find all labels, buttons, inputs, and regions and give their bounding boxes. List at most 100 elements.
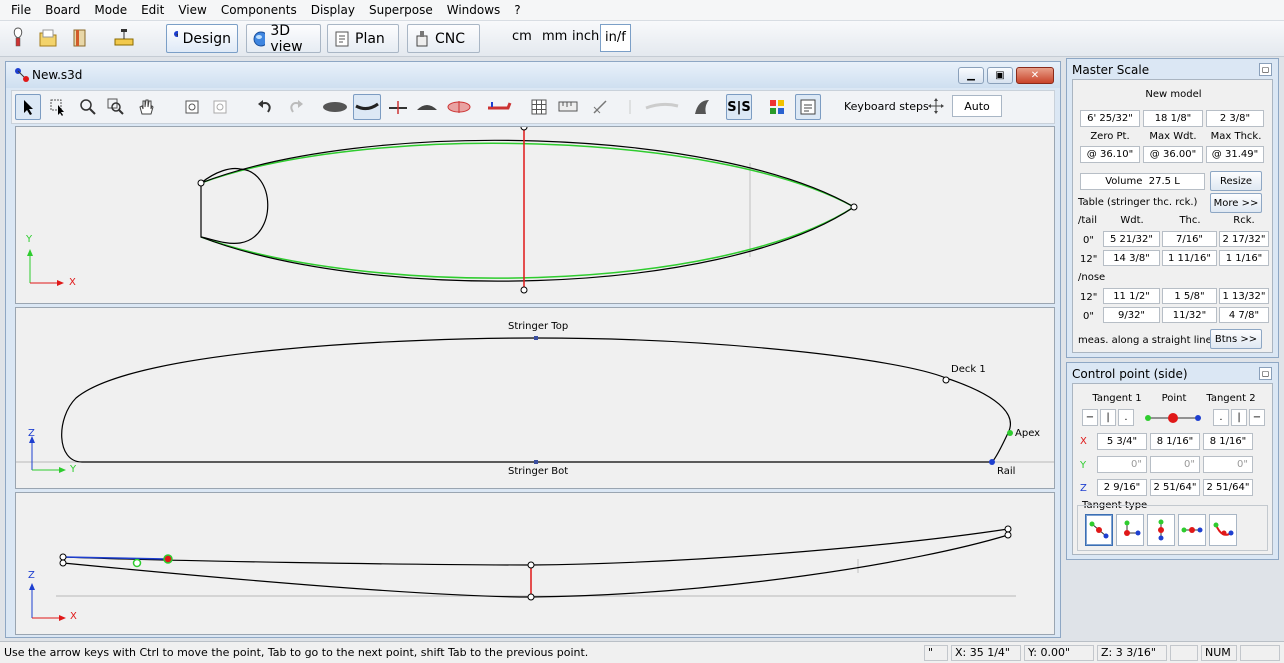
menu-components[interactable]: Components xyxy=(214,0,304,21)
symmetry-icon[interactable]: S|S xyxy=(726,94,752,120)
tangent2-z-field[interactable]: 2 51/64" xyxy=(1203,479,1253,496)
menu-board[interactable]: Board xyxy=(38,0,87,21)
select-box-icon[interactable] xyxy=(45,94,71,120)
rocker-view-panel[interactable]: Z X xyxy=(15,492,1055,635)
outline-view-icon[interactable] xyxy=(322,94,348,120)
keyboard-steps-select[interactable]: Auto xyxy=(952,95,1002,117)
tangent-curve-icon[interactable] xyxy=(1209,514,1237,546)
btns-button[interactable]: Btns >> xyxy=(1210,329,1262,349)
tangent1-y-field[interactable]: 0" xyxy=(1097,456,1147,473)
menu-superpose[interactable]: Superpose xyxy=(362,0,440,21)
cross-section-icon[interactable] xyxy=(446,94,472,120)
table-cell[interactable]: 1 5/8" xyxy=(1162,288,1217,304)
design-mode-button[interactable]: Design xyxy=(166,24,238,53)
measure-icon[interactable] xyxy=(587,94,613,120)
menu-windows[interactable]: Windows xyxy=(440,0,508,21)
book-icon[interactable] xyxy=(68,26,92,50)
menu-file[interactable]: File xyxy=(4,0,38,21)
slice-view-icon[interactable] xyxy=(385,94,411,120)
zoom-box-icon[interactable] xyxy=(103,94,129,120)
form-view-icon[interactable] xyxy=(795,94,821,120)
unit-inch[interactable]: inch xyxy=(572,29,599,44)
tangent-horizontal-icon[interactable] xyxy=(1178,514,1206,546)
point-x-field[interactable]: 8 1/16" xyxy=(1150,433,1200,450)
redo-icon[interactable] xyxy=(283,94,309,120)
3d-view-label: 3D view xyxy=(270,22,303,55)
tangent2-x-field[interactable]: 8 1/16" xyxy=(1203,433,1253,450)
length-field[interactable]: 6' 25/32" xyxy=(1080,110,1140,127)
table-cell[interactable]: 5 21/32" xyxy=(1103,231,1160,247)
tangent1-minus-button[interactable]: − xyxy=(1082,409,1098,426)
control-point-close-icon[interactable]: ▢ xyxy=(1259,367,1272,380)
table-cell[interactable]: 11/32" xyxy=(1162,307,1217,323)
maximize-button[interactable]: ▣ xyxy=(987,67,1013,84)
tangent1-x-field[interactable]: 5 3/4" xyxy=(1097,433,1147,450)
lamp-icon[interactable] xyxy=(6,26,30,50)
folder-icon[interactable] xyxy=(36,26,60,50)
unit-mm[interactable]: mm xyxy=(542,29,567,44)
table-cell[interactable]: 14 3/8" xyxy=(1103,250,1160,266)
resize-button[interactable]: Resize xyxy=(1210,171,1262,191)
tangent2-mid-button[interactable]: | xyxy=(1231,409,1247,426)
unit-cm[interactable]: cm xyxy=(512,29,532,44)
close-button[interactable]: ✕ xyxy=(1016,67,1054,84)
grid-icon[interactable] xyxy=(526,94,552,120)
menu-mode[interactable]: Mode xyxy=(87,0,134,21)
maximize-icon: ▣ xyxy=(995,70,1005,81)
master-scale-close-icon[interactable]: ▢ xyxy=(1259,63,1272,76)
scale-icon[interactable] xyxy=(112,26,136,50)
outline-view-panel[interactable]: Y X xyxy=(15,126,1055,304)
table-cell[interactable]: 2 17/32" xyxy=(1219,231,1269,247)
status-y: Y: 0.00" xyxy=(1024,645,1094,661)
undo-icon[interactable] xyxy=(252,94,278,120)
cnc-mode-button[interactable]: CNC xyxy=(407,24,480,53)
max-thck-field[interactable]: @ 31.49" xyxy=(1206,146,1264,163)
tangent2-y-field[interactable]: 0" xyxy=(1203,456,1253,473)
side-view-panel[interactable]: Stringer Top Stringer Bot Deck 1 Apex Ra… xyxy=(15,307,1055,489)
table-cell[interactable]: 1 13/32" xyxy=(1219,288,1269,304)
width-field[interactable]: 18 1/8" xyxy=(1143,110,1203,127)
deck-view-icon[interactable] xyxy=(414,94,440,120)
table-cell[interactable]: 11 1/2" xyxy=(1103,288,1160,304)
camera-off-icon[interactable] xyxy=(207,94,233,120)
fin-icon[interactable] xyxy=(689,94,715,120)
control-point-title: Control point (side) xyxy=(1072,367,1188,381)
tangent1-dot-button[interactable]: . xyxy=(1118,409,1134,426)
menu-help[interactable]: ? xyxy=(507,0,527,21)
more-button[interactable]: More >> xyxy=(1210,193,1262,213)
tangent1-z-field[interactable]: 2 9/16" xyxy=(1097,479,1147,496)
zero-pt-field[interactable]: @ 36.10" xyxy=(1080,146,1140,163)
unit-inch-feet[interactable]: in/f xyxy=(600,24,631,52)
table-cell[interactable]: 9/32" xyxy=(1103,307,1160,323)
thickness-field[interactable]: 2 3/8" xyxy=(1206,110,1264,127)
rocker-icon[interactable] xyxy=(486,94,512,120)
menu-view[interactable]: View xyxy=(171,0,213,21)
rocker-selected-point xyxy=(163,554,173,564)
menu-display[interactable]: Display xyxy=(304,0,362,21)
tangent2-dot-button[interactable]: . xyxy=(1213,409,1229,426)
tangent-corner-icon[interactable] xyxy=(1116,514,1144,546)
max-wdt-field[interactable]: @ 36.00" xyxy=(1143,146,1203,163)
tangent1-mid-button[interactable]: | xyxy=(1100,409,1116,426)
zoom-icon[interactable] xyxy=(75,94,101,120)
table-cell[interactable]: 7/16" xyxy=(1162,231,1217,247)
color-palette-icon[interactable] xyxy=(764,94,790,120)
point-y-field[interactable]: 0" xyxy=(1150,456,1200,473)
camera-icon[interactable] xyxy=(179,94,205,120)
plan-mode-button[interactable]: Plan xyxy=(327,24,399,53)
tangent-smooth-icon[interactable] xyxy=(1085,514,1113,546)
ruler-icon[interactable] xyxy=(555,94,581,120)
board-ghost-icon[interactable] xyxy=(642,94,682,120)
table-cell[interactable]: 4 7/8" xyxy=(1219,307,1269,323)
menu-edit[interactable]: Edit xyxy=(134,0,171,21)
tangent-vertical-icon[interactable] xyxy=(1147,514,1175,546)
select-arrow-icon[interactable] xyxy=(15,94,41,120)
table-cell[interactable]: 1 11/16" xyxy=(1162,250,1217,266)
3d-view-button[interactable]: 3D view xyxy=(246,22,321,55)
minimize-button[interactable]: ▁ xyxy=(958,67,984,84)
side-view-icon[interactable] xyxy=(353,94,381,120)
point-z-field[interactable]: 2 51/64" xyxy=(1150,479,1200,496)
table-cell[interactable]: 1 1/16" xyxy=(1219,250,1269,266)
pan-hand-icon[interactable] xyxy=(133,94,159,120)
tangent2-minus-button[interactable]: − xyxy=(1249,409,1265,426)
